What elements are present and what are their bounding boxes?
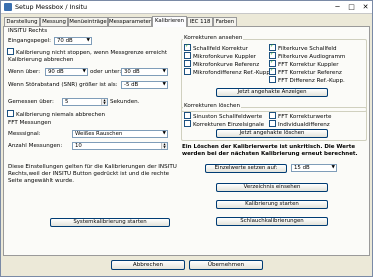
- checkbox-box: [269, 43, 276, 51]
- close-button[interactable]: ✕: [359, 2, 372, 12]
- oder-unter-value: 30 dB: [124, 69, 140, 75]
- checkbox-box: [269, 112, 276, 119]
- tab-farben[interactable]: Farben: [213, 17, 237, 26]
- loeschen-title: Korrekturen löschen: [183, 103, 242, 110]
- checkbox-box: [184, 68, 191, 75]
- checkbox-box: [269, 120, 276, 127]
- checkbox-box: [269, 51, 276, 59]
- chevron-down-icon: ▼: [86, 38, 90, 43]
- sekunden-label: Sekunden.: [110, 99, 140, 105]
- abbrechen-button[interactable]: Abbrechen: [111, 260, 185, 270]
- app-icon: [4, 3, 12, 11]
- wenn-ueber-select[interactable]: 90 dB ▼: [45, 68, 88, 76]
- checkbox-box: [184, 120, 191, 127]
- oder-unter-label: oder unter:: [90, 69, 122, 75]
- eingangspegel-select[interactable]: 70 dB ▼: [54, 37, 92, 45]
- insitu-heading: INSITU Rechts: [8, 28, 48, 34]
- setup-window: Setup Messbox / Insitu ─ □ ✕ Darstellung…: [0, 0, 373, 277]
- anzahl-label: Anzahl Messungen:: [8, 143, 63, 149]
- chevron-down-icon: ▼: [331, 165, 335, 170]
- niemals-abbrechen-label: Kalibrierung niemals abbrechen: [16, 112, 106, 118]
- checkbox-label: FFT Differenz Ref.-Kupp.: [278, 78, 345, 84]
- chevron-down-icon: ▼: [162, 82, 166, 87]
- messsignal-select[interactable]: Weißes Rauschen ▼: [72, 130, 168, 138]
- title-bar: Setup Messbox / Insitu ─ □ ✕: [1, 1, 372, 14]
- info-line-1: Diese Einstellungen gelten für die Kalib…: [8, 164, 177, 170]
- nicht-stoppen-label: Kalibrierung nicht stoppen, wenn Messgre…: [16, 50, 168, 56]
- fft-differenz-checkbox[interactable]: FFT Differenz Ref.-Kupp.: [269, 76, 345, 85]
- tab-messparameter[interactable]: Messparameter: [108, 17, 152, 26]
- verzeichnis-button[interactable]: Verzeichnis einsehen: [216, 183, 328, 192]
- gemessen-value: 5: [65, 99, 69, 105]
- gemessen-stepper[interactable]: 5 ▲ ▼: [62, 98, 108, 106]
- anzeigen-button[interactable]: Jetzt angehakte Anzeigen: [216, 88, 328, 97]
- checkbox-box: [7, 48, 14, 55]
- oder-unter-select[interactable]: 30 dB ▼: [121, 68, 168, 76]
- checkbox-label: Individualdifferenz: [278, 122, 330, 128]
- checkbox-box: [184, 52, 191, 59]
- tab-iec118[interactable]: IEC 118: [187, 17, 213, 26]
- snr-select[interactable]: -5 dB ▼: [121, 81, 168, 89]
- tab-kalibrieren[interactable]: Kalibrieren: [152, 16, 187, 27]
- wenn-ueber-value: 90 dB: [48, 69, 64, 75]
- loeschen-button[interactable]: Jetzt angehakte löschen: [216, 129, 328, 138]
- kalibrierung-starten-button[interactable]: Kalibrierung starten: [216, 200, 328, 209]
- kalibrieren-panel: INSITU Rechts Eingangspegel: 70 dB ▼ Kali…: [3, 26, 370, 256]
- mikrofondifferenz-checkbox[interactable]: Mikrofondifferenz Ref.-Kupp.: [184, 68, 272, 77]
- schlauchkalibrierungen-button[interactable]: Schlauchkalibrierungen: [216, 217, 328, 226]
- abbrechen-heading: Kalibrierung abbrechen: [8, 57, 74, 63]
- checkbox-label: Mikrofondifferenz Ref.-Kupp.: [193, 70, 272, 76]
- snr-label: Wenn Störabstand (SNR) größer ist als:: [8, 82, 118, 88]
- messsignal-label: Messsignal:: [8, 131, 41, 137]
- wenn-ueber-label: Wenn über:: [8, 69, 41, 75]
- nicht-stoppen-checkbox[interactable]: Kalibrierung nicht stoppen, wenn Messgre…: [7, 48, 167, 57]
- korrekturen-einzelsignale-checkbox[interactable]: Korrekturen Einzelsignale: [184, 120, 264, 129]
- warning-line-1: Ein Löschen der Kalibrierwerte ist unkri…: [182, 144, 356, 150]
- fft-heading: FFT Messungen: [8, 120, 52, 126]
- uebernehmen-button[interactable]: Übernehmen: [189, 260, 263, 270]
- warning-line-2: werden bei der nächsten Kalibrierung ern…: [182, 151, 358, 157]
- checkbox-box: [184, 60, 191, 67]
- checkbox-label: Korrekturen Einzelsignale: [193, 122, 265, 128]
- eingangspegel-label: Eingangspegel:: [8, 38, 52, 44]
- window-title: Setup Messbox / Insitu: [15, 3, 88, 11]
- spin-arrows-icon[interactable]: ▲ ▼: [161, 143, 167, 149]
- messsignal-value: Weißes Rauschen: [75, 131, 123, 137]
- info-line-3: Seite angewählt wurde.: [8, 178, 75, 184]
- chevron-down-icon: ▼: [162, 131, 166, 136]
- ansehen-title: Korrekturen ansehen: [183, 35, 244, 42]
- anzahl-value: 10: [75, 143, 82, 149]
- gemessen-label: Gemessen über:: [8, 99, 54, 105]
- spin-arrows-icon[interactable]: ▲ ▼: [101, 99, 107, 105]
- maximize-button[interactable]: □: [345, 2, 358, 12]
- checkbox-box: [7, 110, 14, 117]
- tab-messung[interactable]: Messung: [40, 17, 68, 26]
- einzelwerte-button[interactable]: Einzelwerte setzen auf:: [205, 164, 287, 173]
- checkbox-box: [269, 59, 276, 67]
- anzahl-stepper[interactable]: 10 ▲ ▼: [72, 142, 168, 150]
- minimize-button[interactable]: ─: [331, 2, 344, 12]
- snr-value: -5 dB: [124, 82, 139, 88]
- tab-menueeintraege[interactable]: Menüeinträge: [68, 17, 108, 26]
- systemkalibrierung-button[interactable]: Systemkalibrierung starten: [50, 218, 170, 227]
- checkbox-box: [184, 112, 191, 119]
- checkbox-box: [269, 67, 276, 75]
- info-line-2: Rechts,weil der INSITU Button gedrückt i…: [8, 171, 170, 177]
- einzelwerte-select[interactable]: 15 dB ▼: [291, 164, 337, 172]
- checkbox-box: [269, 76, 276, 83]
- individualdifferenz-checkbox[interactable]: Individualdifferenz: [269, 120, 330, 129]
- checkbox-box: [184, 43, 191, 51]
- chevron-down-icon: ▼: [82, 69, 86, 74]
- niemals-abbrechen-checkbox[interactable]: Kalibrierung niemals abbrechen: [7, 110, 105, 119]
- eingangspegel-value: 70 dB: [57, 38, 73, 44]
- chevron-down-icon: ▼: [162, 69, 166, 74]
- einzelwerte-value: 15 dB: [294, 165, 310, 171]
- tab-darstellung[interactable]: Darstellung: [4, 17, 40, 26]
